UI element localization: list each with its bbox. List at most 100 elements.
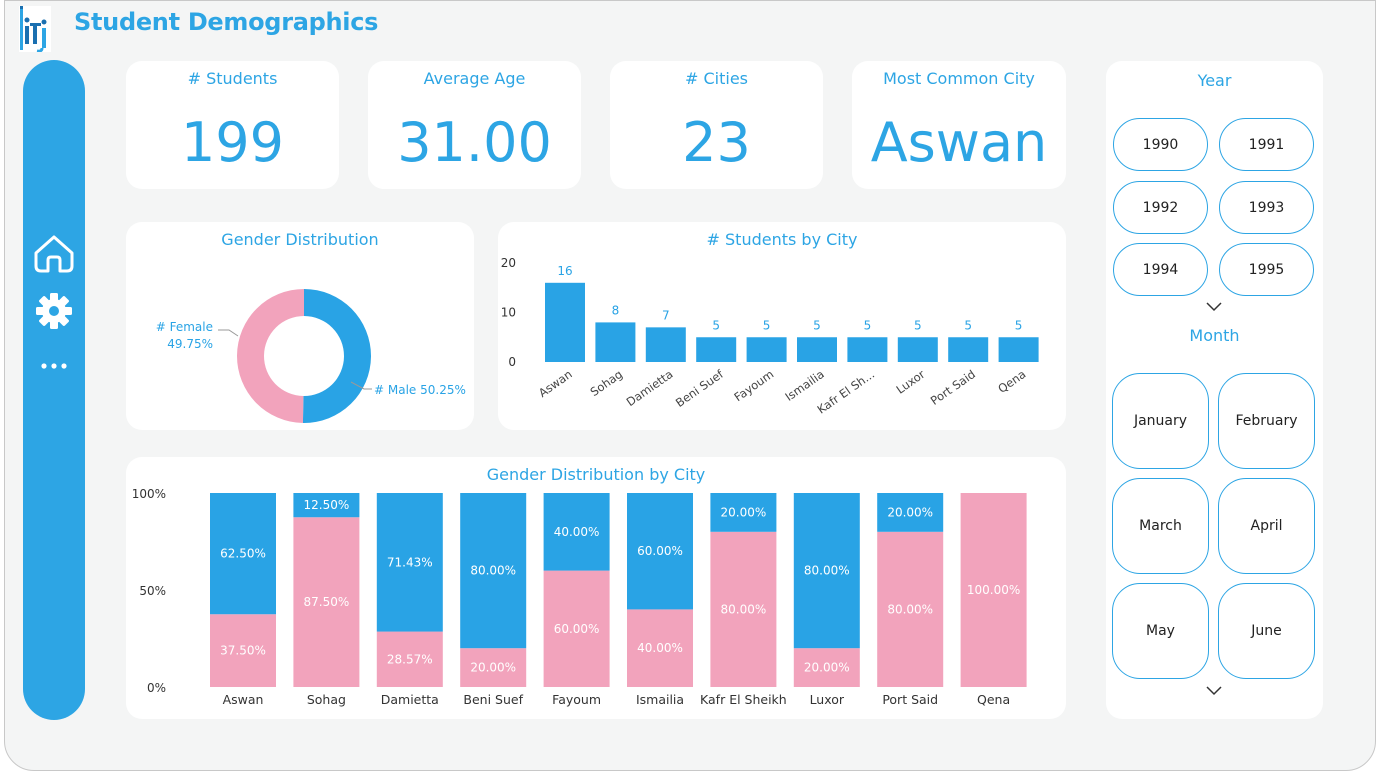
kpi-value: 31.00 — [397, 111, 552, 174]
data-label: 16 — [557, 264, 572, 278]
y-tick-label: 20 — [501, 256, 516, 270]
year-slicer-title: Year — [1197, 71, 1232, 90]
iti-logo — [19, 6, 51, 53]
data-label-female: 87.50% — [304, 595, 350, 609]
x-tick-label: Beni Suef — [673, 366, 727, 409]
year-option[interactable]: 1993 — [1219, 181, 1314, 234]
data-label-female: 60.00% — [554, 622, 600, 636]
month-option[interactable]: February — [1218, 373, 1315, 469]
data-label-female: 80.00% — [887, 602, 933, 616]
gender-by-city-card[interactable]: Gender Distribution by City 0% 50% 100% 37.… — [126, 457, 1066, 719]
x-tick-label: Ismailia — [636, 692, 684, 707]
y-tick-label: 0% — [147, 681, 166, 695]
data-label-female: 20.00% — [804, 661, 850, 675]
x-tick-label: Port Said — [928, 367, 978, 408]
donut-slice-male — [302, 289, 372, 423]
data-label-male: 71.43% — [387, 555, 433, 569]
data-label: 8 — [612, 303, 620, 317]
x-tick-label: Port Said — [882, 692, 938, 707]
gear-icon[interactable] — [23, 292, 85, 330]
year-option[interactable]: 1990 — [1113, 118, 1208, 171]
x-tick-label: Fayoum — [552, 692, 601, 707]
bar — [696, 337, 737, 362]
x-tick-label: Damietta — [381, 692, 439, 707]
gender-distribution-card[interactable]: Gender Distribution # Female 49.75% # Male… — [126, 222, 474, 430]
data-label: 5 — [914, 318, 922, 332]
slicer-panel: Year 1990 1991 1992 1993 1994 1995 Month… — [1106, 61, 1323, 719]
data-label-female: 20.00% — [470, 661, 516, 675]
x-tick-label: Qena — [995, 367, 1028, 396]
x-tick-label: Kafr El Sheikh — [700, 692, 787, 707]
month-slicer-title: Month — [1189, 326, 1240, 345]
data-label: 5 — [712, 318, 720, 332]
data-label-male: 12.50% — [304, 498, 350, 512]
bar — [746, 337, 787, 362]
month-option[interactable]: April — [1218, 478, 1315, 574]
x-tick-label: Sohag — [307, 692, 346, 707]
chevron-down-icon[interactable] — [1205, 685, 1223, 697]
bar — [797, 337, 837, 362]
bar — [595, 322, 636, 362]
data-label: 5 — [763, 318, 771, 332]
data-label-female: 100.00% — [967, 583, 1020, 597]
data-label-male: 20.00% — [721, 505, 767, 519]
month-option[interactable]: January — [1112, 373, 1209, 469]
chevron-down-icon[interactable] — [1205, 301, 1223, 313]
y-tick-label: 100% — [132, 487, 166, 501]
x-tick-label: Fayoum — [731, 367, 776, 404]
donut-label-male: # Male 50.25% — [374, 383, 466, 397]
nav-sidebar — [23, 60, 85, 720]
y-tick-label: 0 — [508, 355, 516, 369]
home-icon[interactable] — [23, 233, 85, 273]
kpi-card-most-common-city: Most Common City Aswan — [852, 61, 1066, 189]
more-icon[interactable] — [23, 360, 85, 372]
page-title: Student Demographics — [74, 8, 379, 36]
donut-slice-female — [237, 289, 304, 423]
x-tick-label: Aswan — [536, 367, 575, 400]
kpi-label: # Cities — [684, 69, 748, 88]
x-tick-label: Aswan — [223, 692, 264, 707]
kpi-label: # Students — [187, 69, 278, 88]
data-label-female: 80.00% — [721, 602, 767, 616]
kpi-value: 23 — [682, 111, 751, 174]
bar — [847, 337, 888, 362]
data-label-male: 20.00% — [887, 505, 933, 519]
data-label-female: 37.50% — [220, 644, 266, 658]
data-label: 5 — [1015, 318, 1023, 332]
bar — [948, 337, 989, 362]
data-label-male: 40.00% — [554, 525, 600, 539]
x-tick-label: Ismailia — [782, 367, 826, 404]
data-label-male: 80.00% — [804, 564, 850, 578]
year-option[interactable]: 1991 — [1219, 118, 1314, 171]
y-tick-label: 10 — [501, 306, 516, 320]
donut-label-female: # Female — [156, 320, 213, 334]
month-option[interactable]: May — [1112, 583, 1209, 679]
data-label: 5 — [813, 318, 821, 332]
kpi-label: Average Age — [423, 69, 526, 88]
data-label-male: 80.00% — [470, 564, 516, 578]
data-label: 7 — [662, 308, 670, 322]
data-label-female: 28.57% — [387, 652, 433, 666]
leader-line-female — [218, 329, 239, 337]
year-option[interactable]: 1995 — [1219, 243, 1314, 296]
donut-chart[interactable]: # Female 49.75% # Male 50.25% — [126, 222, 474, 430]
stacked-bar-chart[interactable]: 0% 50% 100% 37.50% 62.50% Aswan 87.50% 12.50% So… — [126, 457, 1066, 719]
bar-chart[interactable]: 0 10 20 16 Aswan 8 Sohag 7 Damietta 5 Beni Suef 5 Fa… — [498, 222, 1066, 430]
bar — [998, 337, 1039, 362]
x-tick-label: Kafr El Sh... — [815, 367, 878, 417]
x-tick-label: Sohag — [588, 367, 626, 399]
month-option[interactable]: March — [1112, 478, 1209, 574]
year-option[interactable]: 1992 — [1113, 181, 1208, 234]
data-label: 5 — [864, 318, 872, 332]
year-option[interactable]: 1994 — [1113, 243, 1208, 296]
students-by-city-card[interactable]: # Students by City 0 10 20 16 Aswan 8 Sohag 7 Da… — [498, 222, 1066, 430]
x-tick-label: Qena — [977, 692, 1010, 707]
data-label: 5 — [964, 318, 972, 332]
data-label-female: 40.00% — [637, 641, 683, 655]
y-tick-label: 50% — [139, 584, 166, 598]
month-option[interactable]: June — [1218, 583, 1315, 679]
donut-pct-female: 49.75% — [167, 337, 213, 351]
data-label-male: 62.50% — [220, 547, 266, 561]
x-tick-label: Luxor — [894, 367, 928, 397]
x-tick-label: Luxor — [810, 692, 845, 707]
